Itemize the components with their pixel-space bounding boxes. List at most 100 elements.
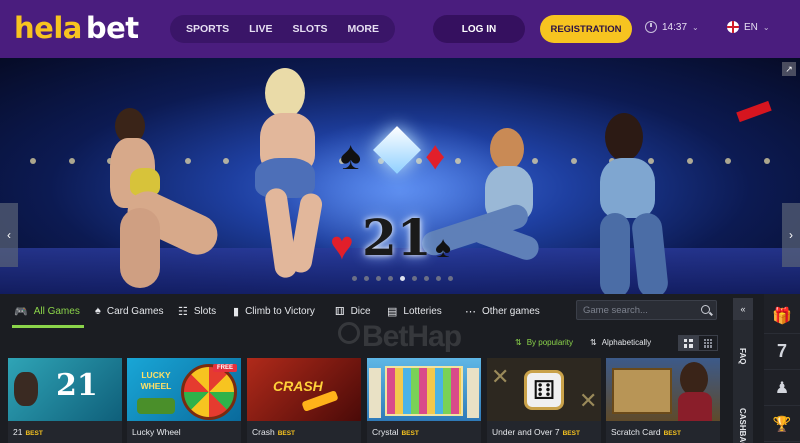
sort-popularity-icon: ⇅: [515, 338, 522, 347]
top-header: hela bet SPORTS LIVE SLOTS MORE LOG IN RE…: [0, 0, 800, 58]
collapse-panel-button[interactable]: «: [733, 298, 753, 320]
trophy-button[interactable]: 🏆: [764, 406, 800, 442]
large-grid-icon: [683, 338, 693, 348]
spade-card-icon: ♠: [340, 134, 362, 178]
best-badge: BEST: [25, 430, 43, 437]
view-toggle: [678, 335, 718, 351]
best-badge: BEST: [401, 430, 419, 437]
game-search-input[interactable]: [583, 304, 698, 316]
active-category-underline: [12, 325, 84, 328]
game-tile-crash[interactable]: CRASH Crash BEST: [247, 358, 361, 443]
large-grid-view-button[interactable]: [678, 335, 698, 351]
game-caption: 21 BEST: [8, 421, 122, 443]
game-tile-label: LUCKY WHEEL: [140, 370, 172, 391]
quick-icons-column: 🎁 7 ♟ 🏆: [764, 294, 800, 443]
nav-slots[interactable]: SLOTS: [292, 23, 327, 35]
pagination-dot[interactable]: [352, 276, 357, 281]
chess-button[interactable]: ♟: [764, 370, 800, 406]
gift-icon: 🎁: [772, 307, 792, 325]
language-selector[interactable]: EN ⌄: [727, 21, 770, 33]
category-slots[interactable]: ☷ Slots: [178, 305, 216, 318]
x-mark-icon: ✕: [579, 388, 598, 413]
game-thumbnail: [367, 358, 481, 421]
wheel-icon: [181, 364, 237, 420]
category-label: Lotteries: [403, 306, 442, 317]
game-tile-21[interactable]: 21 21 BEST: [8, 358, 122, 443]
pagination-dot[interactable]: [436, 276, 441, 281]
helabet-logo[interactable]: hela bet: [14, 12, 139, 44]
promo-banner[interactable]: ♠ ♦ ♥ ♠ 21 ▬ ‹ › ↗: [0, 58, 800, 294]
seven-icon: 7: [776, 341, 787, 361]
logo-part2: bet: [85, 11, 139, 45]
dice-icon: ⚅: [335, 306, 345, 318]
pagination-dot[interactable]: [364, 276, 369, 281]
pagination-dot[interactable]: [424, 276, 429, 281]
banner-next-button[interactable]: ›: [782, 203, 800, 267]
cashback-tab[interactable]: CASHBACK: [738, 408, 747, 443]
expand-icon[interactable]: ↗: [782, 62, 796, 76]
spade-icon: ♠: [95, 305, 101, 317]
pagination-dot[interactable]: [448, 276, 453, 281]
bar-chart-icon: ▮: [233, 306, 240, 318]
chess-pawn-icon: ♟: [774, 379, 790, 397]
category-card-games[interactable]: ♠ Card Games: [95, 305, 164, 317]
game-search-box[interactable]: [576, 300, 717, 320]
game-name: Scratch Card: [611, 427, 661, 437]
lucky-seven-button[interactable]: 7: [764, 334, 800, 370]
nav-sports[interactable]: SPORTS: [186, 23, 229, 35]
best-badge: BEST: [277, 430, 296, 437]
sort-label: Alphabetically: [601, 338, 652, 347]
time-selector[interactable]: 14:37 ⌄: [645, 21, 699, 33]
game-thumbnail: CRASH: [247, 358, 361, 421]
category-other-games[interactable]: ⋯ Other games: [465, 305, 540, 318]
logo-part1: hela: [14, 11, 82, 45]
category-label: All Games: [33, 306, 80, 317]
small-grid-view-button[interactable]: [698, 335, 718, 351]
time-value: 14:37: [662, 21, 688, 33]
sort-label: By popularity: [526, 338, 573, 347]
main-nav: SPORTS LIVE SLOTS MORE: [170, 15, 395, 43]
tile-figure: [680, 362, 708, 396]
gamepad-icon: 🎮: [14, 306, 28, 318]
game-tile-lucky-wheel[interactable]: LUCKY WHEEL FREE Lucky Wheel: [127, 358, 241, 443]
search-icon[interactable]: [701, 305, 710, 314]
category-label: Dice: [350, 306, 371, 317]
chevron-down-icon: ⌄: [692, 22, 699, 32]
pagination-dot-active[interactable]: [400, 276, 405, 281]
nav-more[interactable]: MORE: [347, 23, 379, 35]
category-dice[interactable]: ⚅ Dice: [335, 305, 371, 318]
nav-live[interactable]: LIVE: [249, 23, 272, 35]
sort-alpha-icon: ⇅: [590, 338, 597, 347]
x-mark-icon: ✕: [491, 364, 510, 389]
sort-by-popularity[interactable]: ⇅ By popularity: [515, 338, 573, 347]
game-tile-scratch-card[interactable]: Scratch Card BEST: [606, 358, 720, 443]
pagination-dot[interactable]: [388, 276, 393, 281]
game-thumbnail: [606, 358, 720, 421]
pagination-dot[interactable]: [376, 276, 381, 281]
scratch-board: [612, 368, 672, 414]
heart-card-icon: ♥: [330, 224, 354, 268]
game-tile-crystal[interactable]: Crystal BEST: [367, 358, 481, 443]
gift-button[interactable]: 🎁: [764, 298, 800, 334]
game-name: Crystal: [372, 427, 399, 437]
banner-prev-button[interactable]: ‹: [0, 203, 18, 267]
registration-button[interactable]: REGISTRATION: [540, 15, 632, 43]
dots-icon: ⋯: [465, 306, 476, 318]
pagination-dot[interactable]: [412, 276, 417, 281]
tile-figure-body: [678, 392, 712, 421]
best-badge: BEST: [663, 430, 681, 437]
login-button[interactable]: LOG IN: [433, 15, 525, 43]
best-badge: BEST: [562, 430, 580, 437]
banner-21-text: 21: [362, 208, 432, 267]
category-lotteries[interactable]: ▤ Lotteries: [387, 305, 442, 318]
small-grid-icon: [703, 338, 713, 348]
clock-icon: [645, 21, 657, 33]
game-tile-under-and-over-7[interactable]: ✕ ⚅ ✕ Under and Over 7 BEST: [487, 358, 601, 443]
sort-alphabetically[interactable]: ⇅ Alphabetically: [590, 338, 651, 347]
category-climb-to-victory[interactable]: ▮ Climb to Victory: [233, 305, 315, 318]
game-thumbnail: 21: [8, 358, 122, 421]
faq-tab[interactable]: FAQ: [738, 348, 747, 364]
category-label: Climb to Victory: [245, 306, 315, 317]
category-all-games[interactable]: 🎮 All Games: [14, 305, 80, 318]
banner-pagination: [352, 276, 453, 281]
